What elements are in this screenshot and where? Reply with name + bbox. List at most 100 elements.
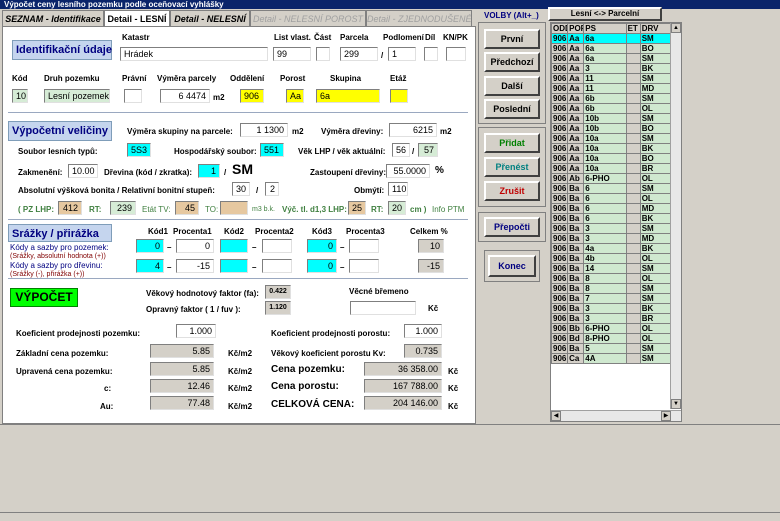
- table-row[interactable]: 906 Ba 6 MD: [551, 203, 672, 214]
- vymera-skupiny-field[interactable]: 1 1300: [240, 123, 288, 137]
- table-row[interactable]: 906 Ba 6 BK: [551, 213, 672, 224]
- pozemek-kod2[interactable]: [220, 239, 248, 253]
- parcela-field[interactable]: 299: [340, 47, 378, 61]
- skupina-field[interactable]: 6a: [316, 89, 380, 103]
- info-ptm-link[interactable]: Info PTM: [432, 204, 464, 215]
- scroll-up-arrow-icon[interactable]: ▲: [671, 23, 681, 33]
- podlomeni-field[interactable]: 1: [388, 47, 416, 61]
- table-row[interactable]: 906 Ba 14 SM: [551, 263, 672, 274]
- obmyti-field[interactable]: 110: [388, 182, 408, 196]
- col-et[interactable]: ET: [625, 23, 641, 34]
- pozemek-proc3[interactable]: [349, 239, 379, 253]
- knpk-field[interactable]: [446, 47, 466, 61]
- vymera-dreviny-field[interactable]: 6215: [389, 123, 437, 137]
- table-row[interactable]: 906 Ba 3 SM: [551, 223, 672, 234]
- cast-field[interactable]: [316, 47, 330, 61]
- scroll-down-arrow-icon[interactable]: ▼: [671, 399, 681, 409]
- col-drv[interactable]: DRV: [639, 23, 672, 34]
- drevina-proc1[interactable]: -15: [176, 259, 214, 273]
- tab-seznam[interactable]: SEZNAM - Identifikace: [2, 10, 104, 26]
- table-row[interactable]: 906 Ba 6 SM: [551, 183, 672, 194]
- col-ps[interactable]: PS: [583, 23, 627, 34]
- drevina-proc3[interactable]: [349, 259, 379, 273]
- prenest-button[interactable]: Přenést: [484, 157, 540, 177]
- table-row[interactable]: 906 Ba 8 SM: [551, 283, 672, 294]
- table-row[interactable]: 906 Ca 4A SM: [551, 353, 672, 364]
- katastr-field[interactable]: Hrádek: [120, 47, 268, 61]
- table-row[interactable]: 906 Ba 4b OL: [551, 253, 672, 264]
- table-row[interactable]: 906 Aa 10b SM: [551, 113, 672, 124]
- soubor-field[interactable]: 5S3: [127, 143, 151, 157]
- vymera-parcely-field[interactable]: 6 4474: [160, 89, 210, 103]
- predchozi-button[interactable]: Předchozí: [484, 52, 540, 72]
- oddeleni-field[interactable]: 906: [240, 89, 264, 103]
- vecne-bremeno-field[interactable]: [350, 301, 416, 315]
- table-row[interactable]: 906 Aa 11 MD: [551, 83, 672, 94]
- table-row[interactable]: 906 Aa 6a SM: [551, 33, 672, 44]
- table-row[interactable]: 906 Ba 4a BK: [551, 243, 672, 254]
- table-row[interactable]: 906 Aa 10a SM: [551, 133, 672, 144]
- table-row[interactable]: 906 Ba 3 MD: [551, 233, 672, 244]
- koef-pozemku-field[interactable]: 1.000: [176, 324, 216, 338]
- prepocti-button[interactable]: Přepočti: [484, 217, 540, 237]
- zrusit-button[interactable]: Zrušit: [484, 181, 540, 201]
- pozemek-proc2[interactable]: [262, 239, 292, 253]
- list-vlast-field[interactable]: 99: [273, 47, 311, 61]
- bonita-abs-field[interactable]: 30: [232, 182, 250, 196]
- table-row[interactable]: 906 Aa 10b BO: [551, 123, 672, 134]
- drevina-kod3[interactable]: 0: [307, 259, 337, 273]
- table-row[interactable]: 906 Bd 8-PHO OL: [551, 333, 672, 344]
- table-row[interactable]: 906 Ba 5 SM: [551, 343, 672, 354]
- table-row[interactable]: 906 Ba 3 BR: [551, 313, 672, 324]
- pozemek-kod1[interactable]: 0: [136, 239, 164, 253]
- pozemek-proc1[interactable]: 0: [176, 239, 214, 253]
- etaz-field[interactable]: [390, 89, 408, 103]
- drevina-proc2[interactable]: [262, 259, 292, 273]
- table-row[interactable]: 906 Aa 11 SM: [551, 73, 672, 84]
- table-row[interactable]: 906 Aa 6b SM: [551, 93, 672, 104]
- table-row[interactable]: 906 Ba 7 SM: [551, 293, 672, 304]
- col-por[interactable]: POR: [567, 23, 585, 34]
- table-row[interactable]: 906 Ba 6 OL: [551, 193, 672, 204]
- dalsi-button[interactable]: Další: [484, 76, 540, 96]
- scroll-right-arrow-icon[interactable]: ▶: [661, 411, 671, 421]
- table-row[interactable]: 906 Aa 6b OL: [551, 103, 672, 114]
- konec-button[interactable]: Konec: [488, 255, 536, 277]
- table-row[interactable]: 906 Aa 6a SM: [551, 53, 672, 64]
- drevina-kod2[interactable]: [220, 259, 248, 273]
- dil-field[interactable]: [424, 47, 438, 61]
- koef-porostu-field[interactable]: 1.000: [404, 324, 442, 338]
- table-row[interactable]: 906 Aa 10a BK: [551, 143, 672, 154]
- zastoupeni-field[interactable]: 55.0000: [386, 164, 430, 178]
- table-row[interactable]: 906 Aa 6a BO: [551, 43, 672, 54]
- druh-label: Druh pozemku: [44, 74, 100, 83]
- table-row[interactable]: 906 Aa 10a BR: [551, 163, 672, 174]
- horizontal-scrollbar[interactable]: ◀ ▶: [551, 410, 681, 421]
- pridat-button[interactable]: Přidat: [484, 133, 540, 153]
- scroll-left-arrow-icon[interactable]: ◀: [551, 411, 561, 421]
- table-row[interactable]: 906 Ba 3 BK: [551, 303, 672, 314]
- col-odd[interactable]: ODD: [551, 23, 569, 34]
- zakmeneni-field[interactable]: 10.00: [68, 164, 98, 178]
- vypocet-button[interactable]: VÝPOČET: [10, 288, 78, 307]
- vek-lhp-field[interactable]: 56: [392, 143, 410, 157]
- table-row[interactable]: 906 Ab 6-PHO OL: [551, 173, 672, 184]
- table-row[interactable]: 906 Ba 8 OL: [551, 273, 672, 284]
- record-list[interactable]: ODD POR PS ET DRV 906Aa6aSM906Aa6aBO906A…: [550, 22, 682, 422]
- pozemek-kod3[interactable]: 0: [307, 239, 337, 253]
- drevina-kod-field[interactable]: 1: [198, 164, 220, 178]
- vertical-scrollbar[interactable]: ▲ ▼: [670, 23, 681, 409]
- lesni-parcelni-toggle[interactable]: Lesní <-> Parcelní: [548, 7, 662, 21]
- tab-detail-nelesni[interactable]: Detail - NELESNÍ: [170, 10, 250, 26]
- drevina-kod1[interactable]: 4: [136, 259, 164, 273]
- prvni-button[interactable]: První: [484, 29, 540, 49]
- table-row[interactable]: 906 Bb 6-PHO OL: [551, 323, 672, 334]
- hosp-soubor-field[interactable]: 551: [260, 143, 284, 157]
- bonita-rel-field[interactable]: 2: [265, 182, 279, 196]
- posledni-button[interactable]: Poslední: [484, 99, 540, 119]
- table-row[interactable]: 906 Aa 10a BO: [551, 153, 672, 164]
- tab-detail-lesni[interactable]: Detail - LESNÍ: [104, 10, 170, 27]
- table-row[interactable]: 906 Aa 3 BK: [551, 63, 672, 74]
- porost-field[interactable]: Aa: [286, 89, 304, 103]
- pravni-field[interactable]: [124, 89, 142, 103]
